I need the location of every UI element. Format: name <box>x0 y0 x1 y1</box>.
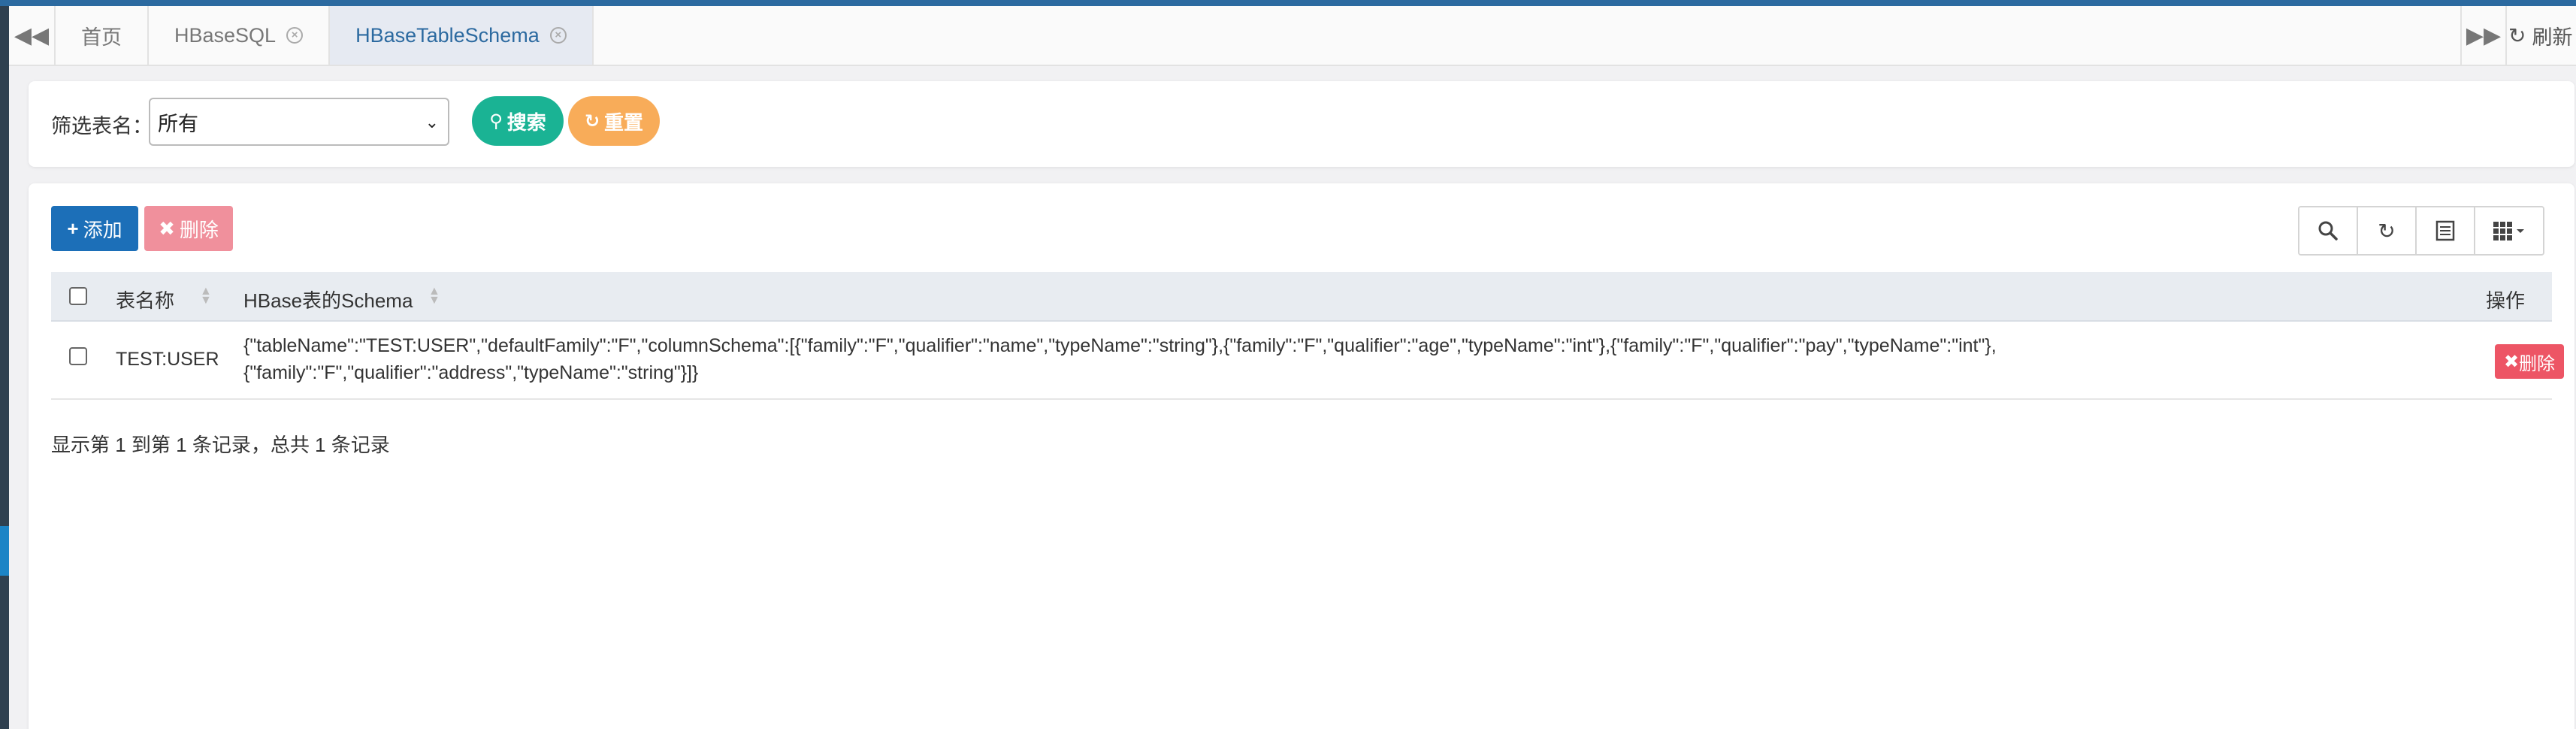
reset-button[interactable]: ↻ 重置 <box>568 96 660 146</box>
refresh-icon: ↻ <box>2378 219 2396 243</box>
chevron-down-icon: ⌄ <box>425 113 439 132</box>
double-right-icon: ▶▶ <box>2466 23 2502 48</box>
table-toggle-view-button[interactable] <box>2417 207 2475 254</box>
tab-hbasetableschema[interactable]: HBaseTableSchema × <box>330 6 594 65</box>
sort-icon[interactable]: ▲ ▼ <box>428 286 440 307</box>
cell-schema-line: {"tableName":"TEST:USER","defaultFamily"… <box>243 335 1997 356</box>
table-panel: + 添加 ✖ 删除 ↻ 表名称 ▲ ▼ HBase表的Schema ▲ ▼ 操作… <box>29 183 2574 729</box>
filter-label: 筛选表名： <box>51 115 153 138</box>
search-icon <box>2318 221 2338 240</box>
search-button[interactable]: ⚲ 搜索 <box>472 96 564 146</box>
table-row[interactable]: TEST:USER {"tableName":"TEST:USER","defa… <box>51 322 2564 400</box>
column-header-table-name[interactable]: 表名称 <box>116 286 174 313</box>
delete-button[interactable]: ✖ 删除 <box>144 206 233 251</box>
search-icon: ⚲ <box>489 110 503 132</box>
tabs-scroll-left-button[interactable]: ◀◀ <box>9 6 56 65</box>
grid-icon <box>2493 222 2524 240</box>
search-button-label: 搜索 <box>506 110 546 134</box>
double-left-icon: ◀◀ <box>14 23 50 48</box>
tab-label: 首页 <box>81 26 122 49</box>
tab-hbasesql[interactable]: HBaseSQL × <box>149 6 331 65</box>
column-header-schema[interactable]: HBase表的Schema <box>243 286 413 313</box>
refresh-tab-button[interactable]: ↻ 刷新 <box>2508 6 2572 65</box>
table-name-select[interactable]: 所有 ⌄ <box>149 98 449 146</box>
refresh-icon: ↻ <box>584 110 600 132</box>
row-checkbox[interactable] <box>69 347 87 365</box>
tabs-scroll-right-button[interactable]: ▶▶ <box>2460 6 2507 65</box>
refresh-icon: ↻ <box>2508 23 2526 47</box>
add-button-label: 添加 <box>83 218 122 241</box>
delete-button-label: 删除 <box>179 218 219 241</box>
table-refresh-button[interactable]: ↻ <box>2358 207 2417 254</box>
close-icon[interactable]: × <box>549 27 567 44</box>
cell-table-name: TEST:USER <box>116 349 219 370</box>
tab-bar: ◀◀ 首页 HBaseSQL × HBaseTableSchema × ▶▶ ↻… <box>9 6 2576 66</box>
sidebar-collapsed <box>0 6 9 729</box>
sort-icon[interactable]: ▲ ▼ <box>200 286 212 307</box>
close-icon[interactable]: × <box>286 27 304 44</box>
list-icon <box>2435 220 2455 241</box>
x-icon: ✖ <box>2503 351 2520 372</box>
schema-table: 表名称 ▲ ▼ HBase表的Schema ▲ ▼ 操作 TEST:USER {"t… <box>51 272 2564 400</box>
select-value: 所有 <box>158 112 198 135</box>
table-search-button[interactable] <box>2299 207 2358 254</box>
plus-icon: + <box>67 216 79 240</box>
top-accent-bar <box>0 0 2576 6</box>
pagination-info: 显示第 1 到第 1 条记录，总共 1 条记录 <box>51 434 390 456</box>
filter-panel: 筛选表名： 所有 ⌄ ⚲ 搜索 ↻ 重置 <box>29 81 2574 167</box>
reset-button-label: 重置 <box>604 110 644 134</box>
tab-list: 首页 HBaseSQL × HBaseTableSchema × <box>56 6 594 65</box>
row-delete-button[interactable]: ✖ 删除 <box>2495 344 2564 379</box>
tab-home[interactable]: 首页 <box>56 6 149 65</box>
cell-schema-line: {"family":"F","qualifier":"address","typ… <box>243 362 699 383</box>
refresh-label: 刷新 <box>2532 26 2573 49</box>
column-header-actions: 操作 <box>2486 289 2526 312</box>
sidebar-active-indicator <box>0 526 9 576</box>
tab-label: HBaseSQL <box>174 23 277 47</box>
select-all-checkbox[interactable] <box>69 287 87 305</box>
x-icon: ✖ <box>159 216 175 240</box>
table-columns-button[interactable] <box>2475 207 2543 254</box>
table-header: 表名称 ▲ ▼ HBase表的Schema ▲ ▼ 操作 <box>51 272 2552 322</box>
row-delete-label: 删除 <box>2519 353 2556 374</box>
tab-label: HBaseTableSchema <box>355 23 540 47</box>
add-button[interactable]: + 添加 <box>51 206 138 251</box>
table-toolbar: ↻ <box>2298 206 2544 256</box>
